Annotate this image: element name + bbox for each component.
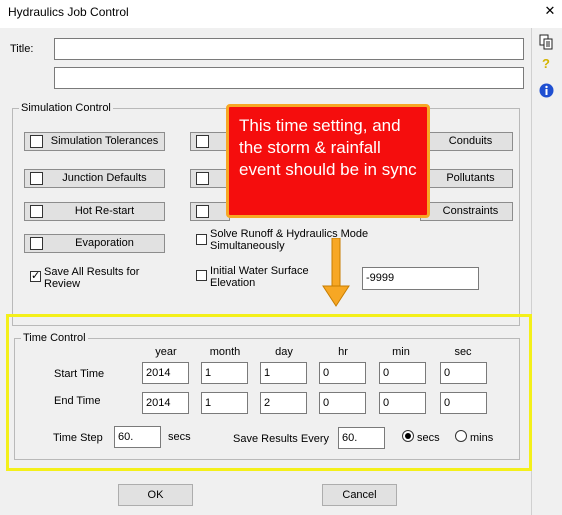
evaporation-button[interactable]: Evaporation — [24, 234, 165, 253]
pollutants-button[interactable]: Pollutants — [420, 169, 513, 188]
unit-mins-radio[interactable] — [455, 430, 467, 442]
info-icon[interactable] — [537, 83, 555, 101]
time-control-label: Time Control — [21, 332, 88, 344]
evaporation-label: Evaporation — [75, 237, 134, 249]
hot-restart-button[interactable]: Hot Re-start — [24, 202, 165, 221]
time-step-input[interactable]: 60. — [114, 426, 161, 448]
middle-check-1 — [196, 135, 209, 148]
middle-check-2 — [196, 172, 209, 185]
unit-secs-label: secs — [417, 432, 440, 444]
simulation-tolerances-label: Simulation Tolerances — [50, 135, 159, 147]
header-min: min — [392, 346, 410, 358]
start-year-input[interactable]: 2014 — [142, 362, 189, 384]
conduits-button[interactable]: Conduits — [420, 132, 513, 151]
solve-runoff-checkbox[interactable] — [196, 234, 207, 245]
start-time-label: Start Time — [54, 368, 105, 380]
middle-button-3[interactable] — [190, 202, 230, 221]
middle-button-1[interactable] — [190, 132, 230, 151]
end-time-label: End Time — [54, 395, 101, 407]
constraints-button[interactable]: Constraints — [420, 202, 513, 221]
conduits-label: Conduits — [448, 135, 493, 147]
solve-runoff-label: Solve Runoff & Hydraulics Mode Simultane… — [210, 228, 369, 252]
save-all-results-label: Save All Results for Review — [44, 266, 140, 290]
header-month: month — [209, 346, 241, 358]
junction-defaults-check — [30, 172, 43, 185]
initial-ws-checkbox[interactable] — [196, 270, 207, 281]
save-every-input[interactable]: 60. — [338, 427, 385, 449]
initial-ws-label: Initial Water Surface Elevation — [210, 265, 309, 289]
close-button[interactable]: ✕ — [541, 2, 559, 20]
middle-button-2[interactable] — [190, 169, 230, 188]
end-min-input[interactable]: 0 — [379, 392, 426, 414]
start-hr-input[interactable]: 0 — [319, 362, 366, 384]
simulation-tolerances-button[interactable]: Simulation Tolerances — [24, 132, 165, 151]
time-step-label: Time Step — [53, 432, 103, 444]
end-month-input[interactable]: 1 — [201, 392, 248, 414]
arrow-down-icon — [322, 238, 350, 307]
junction-defaults-label: Junction Defaults — [62, 172, 147, 184]
ok-button[interactable]: OK — [118, 484, 193, 506]
junction-defaults-button[interactable]: Junction Defaults — [24, 169, 165, 188]
end-year-input[interactable]: 2014 — [142, 392, 189, 414]
header-sec: sec — [454, 346, 472, 358]
help-icon[interactable]: ? — [537, 55, 555, 73]
title-input-2[interactable] — [54, 67, 524, 89]
pollutants-label: Pollutants — [446, 172, 495, 184]
copy-icon[interactable] — [537, 34, 555, 52]
end-hr-input[interactable]: 0 — [319, 392, 366, 414]
start-month-input[interactable]: 1 — [201, 362, 248, 384]
callout-note: This time setting, and the storm & rainf… — [226, 104, 430, 218]
cancel-button[interactable]: Cancel — [322, 484, 397, 506]
right-toolbar — [531, 28, 562, 515]
simulation-tolerances-check — [30, 135, 43, 148]
hot-restart-check — [30, 205, 43, 218]
end-sec-input[interactable]: 0 — [440, 392, 487, 414]
header-hr: hr — [338, 346, 348, 358]
start-sec-input[interactable]: 0 — [440, 362, 487, 384]
time-step-unit: secs — [168, 431, 191, 443]
header-year: year — [155, 346, 177, 358]
save-every-label: Save Results Every — [233, 433, 329, 445]
hot-restart-label: Hot Re-start — [74, 205, 135, 217]
title-input-1[interactable] — [54, 38, 524, 60]
evaporation-check — [30, 237, 43, 250]
initial-ws-input[interactable]: -9999 — [362, 267, 479, 290]
constraints-label: Constraints — [442, 205, 499, 217]
simulation-control-label: Simulation Control — [19, 102, 113, 114]
middle-check-3 — [196, 205, 209, 218]
start-day-input[interactable]: 1 — [260, 362, 307, 384]
window-title: Hydraulics Job Control — [8, 5, 129, 19]
end-day-input[interactable]: 2 — [260, 392, 307, 414]
title-label: Title: — [10, 43, 34, 55]
save-all-results-checkbox[interactable] — [30, 269, 41, 282]
unit-mins-label: mins — [470, 432, 494, 444]
header-day: day — [275, 346, 293, 358]
start-min-input[interactable]: 0 — [379, 362, 426, 384]
unit-secs-radio[interactable] — [402, 430, 414, 442]
